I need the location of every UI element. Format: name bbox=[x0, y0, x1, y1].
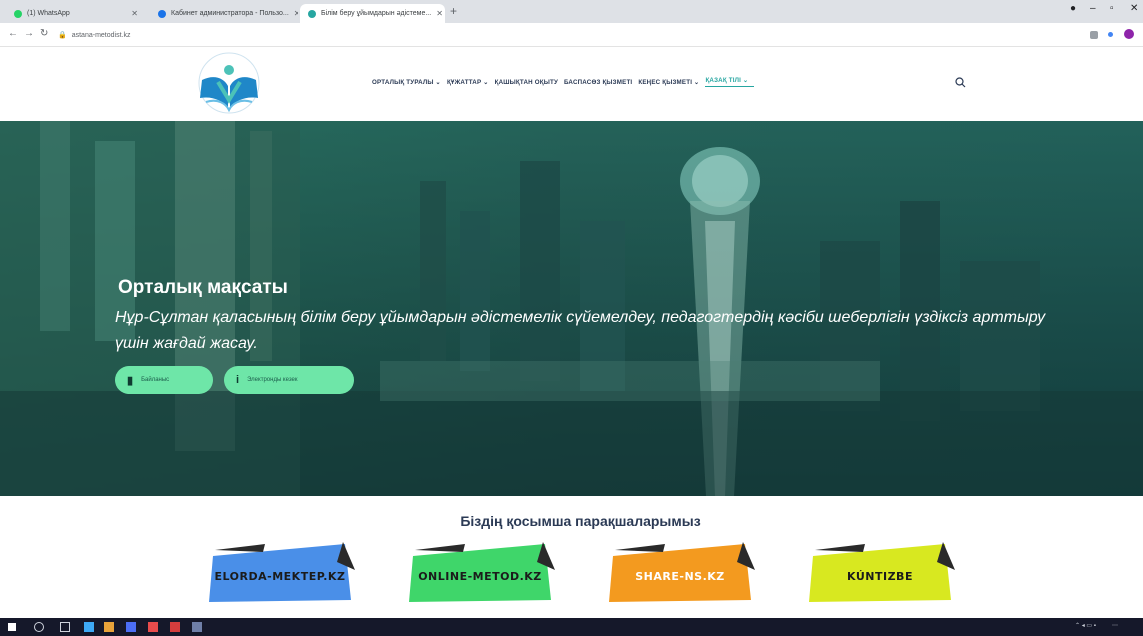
partner-banner-online-metod[interactable]: ONLINE-METOD.KZ bbox=[405, 540, 555, 606]
site-favicon-icon bbox=[308, 9, 316, 18]
translate-icon[interactable] bbox=[1090, 31, 1098, 39]
partner-label: ELORDA-MEKTEP.KZ bbox=[214, 570, 346, 583]
contact-button-label: Байланыс bbox=[141, 377, 170, 383]
profile-avatar-icon[interactable] bbox=[1124, 29, 1134, 39]
minimize-icon[interactable]: – bbox=[1090, 3, 1096, 14]
browser-toolbar: ← → ↻ 🔒 astana-metodist.kz bbox=[0, 23, 1143, 47]
nav-consulting[interactable]: КЕҢЕС ҚЫЗМЕТІ ⌄ bbox=[638, 79, 705, 86]
tab-title: Білім беру ұйымдарын әдістеме... bbox=[321, 10, 432, 17]
browser-tabstrip: (1) WhatsApp ✕ Кабинет администратора - … bbox=[0, 0, 1143, 23]
forward-icon[interactable]: → bbox=[24, 28, 34, 39]
close-icon[interactable]: ✕ bbox=[294, 9, 298, 18]
nav-press-service[interactable]: БАСПАСӨЗ ҚЫЗМЕТІ bbox=[564, 79, 638, 86]
partner-label: ONLINE-METOD.KZ bbox=[418, 570, 542, 583]
reload-icon[interactable]: ↻ bbox=[40, 28, 48, 39]
app-icon[interactable] bbox=[84, 622, 94, 632]
system-tray-icon[interactable]: ⌃ ◂ ▭ ▪ bbox=[1075, 622, 1096, 629]
main-navigation: ОРТАЛЫҚ ТУРАЛЫ ⌄ ҚҰЖАТТАР ⌄ ҚАШЫҚТАН ОҚЫ… bbox=[372, 77, 755, 87]
close-icon[interactable]: ✕ bbox=[131, 9, 138, 18]
task-view-icon[interactable] bbox=[60, 622, 70, 632]
site-header: ОРТАЛЫҚ ТУРАЛЫ ⌄ ҚҰЖАТТАР ⌄ ҚАШЫҚТАН ОҚЫ… bbox=[0, 48, 1143, 121]
close-icon[interactable]: ✕ bbox=[436, 9, 443, 18]
nav-distance-learning[interactable]: ҚАШЫҚТАН ОҚЫТУ bbox=[495, 79, 564, 86]
nav-documents[interactable]: ҚҰЖАТТАР ⌄ bbox=[447, 79, 495, 86]
os-taskbar: ⌃ ◂ ▭ ▪ ⋯ bbox=[0, 618, 1143, 636]
search-icon[interactable] bbox=[34, 622, 44, 632]
nav-language[interactable]: ҚАЗАҚ ТІЛІ ⌄ bbox=[705, 77, 755, 87]
back-icon[interactable]: ← bbox=[8, 28, 18, 39]
lock-icon: 🔒 bbox=[58, 32, 67, 39]
logo-icon[interactable] bbox=[188, 52, 270, 118]
nav-about[interactable]: ОРТАЛЫҚ ТУРАЛЫ ⌄ bbox=[372, 79, 447, 86]
hero-banner: Орталық мақсаты Нұр-Сұлтан қаласының біл… bbox=[0, 121, 1143, 496]
tab-title: Кабинет администратора - Пользо... bbox=[171, 10, 289, 17]
search-icon[interactable] bbox=[955, 77, 966, 88]
contact-button[interactable]: ▮ Байланыс bbox=[115, 366, 213, 394]
electronic-queue-button[interactable]: i Электронды кезек bbox=[224, 366, 354, 394]
tab-title: (1) WhatsApp bbox=[27, 10, 70, 17]
partner-banner-elorda[interactable]: ELORDA-MEKTEP.KZ bbox=[205, 540, 355, 606]
browser-tab-admin[interactable]: Кабинет администратора - Пользо... ✕ bbox=[150, 4, 298, 23]
partner-banner-share-ns[interactable]: SHARE-NS.KZ bbox=[605, 540, 755, 606]
info-icon: i bbox=[236, 374, 240, 386]
partner-banner-kuntizbe[interactable]: KÚNTIZBE bbox=[805, 540, 955, 606]
clock: ⋯ bbox=[1112, 623, 1118, 629]
new-tab-icon[interactable]: + bbox=[450, 4, 457, 18]
browser-tab-whatsapp[interactable]: (1) WhatsApp ✕ bbox=[6, 4, 146, 23]
site-favicon-icon bbox=[158, 9, 166, 18]
app-icon[interactable] bbox=[192, 622, 202, 632]
url-text: astana-metodist.kz bbox=[71, 31, 131, 39]
app-icon[interactable] bbox=[126, 622, 136, 632]
partner-label: SHARE-NS.KZ bbox=[635, 570, 725, 583]
book-icon: ▮ bbox=[127, 374, 134, 387]
profile-dot-icon[interactable]: ● bbox=[1070, 3, 1076, 14]
chrome-icon[interactable] bbox=[104, 622, 114, 632]
partner-label: KÚNTIZBE bbox=[847, 570, 913, 583]
extension-icon[interactable] bbox=[1108, 32, 1113, 37]
hero-subtitle: Нұр-Сұлтан қаласының білім беру ұйымдары… bbox=[115, 309, 1046, 352]
windows-start-icon[interactable] bbox=[8, 623, 16, 631]
partners-title: Біздің қосымша парақшаларымыз bbox=[460, 513, 701, 529]
close-window-icon[interactable]: ✕ bbox=[1130, 3, 1138, 14]
browser-tab-active[interactable]: Білім беру ұйымдарын әдістеме... ✕ bbox=[300, 4, 445, 23]
address-bar[interactable]: 🔒 astana-metodist.kz bbox=[58, 27, 1048, 43]
hero-title: Орталық мақсаты bbox=[118, 277, 288, 298]
electronic-queue-label: Электронды кезек bbox=[247, 377, 298, 383]
maximize-icon[interactable]: ▫ bbox=[1110, 3, 1114, 14]
app-icon[interactable] bbox=[170, 622, 180, 632]
whatsapp-icon bbox=[14, 9, 22, 18]
app-icon[interactable] bbox=[148, 622, 158, 632]
